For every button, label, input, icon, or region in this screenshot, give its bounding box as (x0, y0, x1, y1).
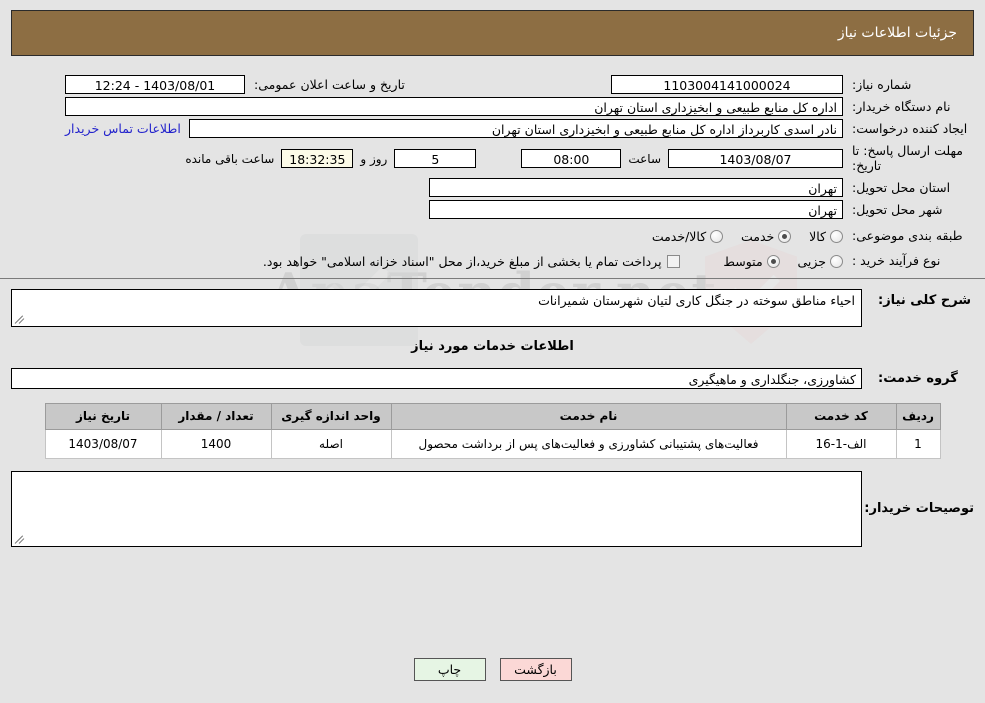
deadline-hour-value: 08:00 (521, 149, 622, 168)
category-option-kala[interactable]: کالا (791, 228, 843, 244)
row-buyer-org: نام دستگاه خریدار: اداره کل منابع طبیعی … (11, 95, 974, 117)
buyer-org-field-cell: اداره کل منابع طبیعی و ابخیزداری استان ت… (64, 95, 844, 117)
cell-code: الف-1-16 (785, 429, 897, 459)
deadline-field-cell: 1403/08/07 ساعت 08:00 5 روز و 18:32:35 س… (64, 139, 844, 175)
category-option-label: خدمت (741, 228, 775, 244)
services-table-wrapper: ردیف کد خدمت نام خدمت واحد اندازه گیری ت… (0, 403, 985, 459)
requester-value: نادر اسدی کاربرداز اداره کل منابع طبیعی … (188, 119, 843, 138)
radio-icon[interactable] (830, 254, 843, 268)
services-section-heading: اطلاعات خدمات مورد نیاز (411, 339, 574, 354)
deadline-label: مهلت ارسال پاسخ: تا تاریخ: (852, 143, 963, 173)
cell-name: فعالیت‌های پشتیبانی کشاورزی و فعالیت‌های… (390, 429, 787, 459)
remaining-days-label: روز و (360, 151, 388, 166)
radio-icon[interactable] (778, 229, 792, 243)
print-button[interactable]: چاپ (413, 658, 486, 681)
city-value: تهران (429, 200, 843, 219)
row-city: شهر محل تحویل: تهران (11, 198, 974, 220)
col-header-code: کد خدمت (785, 403, 897, 430)
process-options-cell: جزیی متوسط پرداخت تمام یا بخشی از مبلغ خ… (11, 245, 844, 270)
province-field-cell: تهران (428, 175, 844, 198)
general-description-section: شرح کلی نیاز: احیاء مناطق سوخته در جنگل … (0, 279, 985, 327)
action-button-row: بازگشت چاپ (0, 658, 985, 681)
remaining-days-value: 5 (394, 149, 477, 168)
cell-date: 1403/08/07 (44, 429, 162, 459)
need-info-form: شماره نیاز: 1103004141000024 تاریخ و ساع… (0, 64, 985, 270)
row-requester: ایجاد کننده درخواست: نادر اسدی کاربرداز … (11, 117, 974, 139)
requester-field-cell: نادر اسدی کاربرداز اداره کل منابع طبیعی … (64, 117, 844, 139)
province-label: استان محل تحویل: (852, 179, 951, 195)
requester-label: ایجاد کننده درخواست: (852, 120, 968, 136)
description-label: شرح کلی نیاز: (878, 293, 972, 308)
col-header-date: تاریخ نیاز (44, 403, 162, 430)
detail-panel: شماره نیاز: 1103004141000024 تاریخ و ساع… (0, 64, 985, 547)
page-header: جزئیات اطلاعات نیاز (11, 10, 974, 56)
radio-icon[interactable] (710, 229, 724, 243)
need-number-field-cell: 1103004141000024 (610, 74, 844, 95)
col-header-name: نام خدمت (390, 403, 787, 430)
back-button[interactable]: بازگشت (499, 658, 572, 681)
category-label: طبقه بندی موضوعی: (852, 228, 963, 243)
services-table: ردیف کد خدمت نام خدمت واحد اندازه گیری ت… (44, 403, 941, 459)
announce-datetime-field-cell: 1403/08/01 - 12:24 (64, 74, 246, 95)
process-option-label: متوسط (723, 253, 763, 269)
buyer-notes-textarea[interactable] (11, 471, 862, 547)
radio-icon[interactable] (766, 254, 780, 268)
buyer-notes-section: توصیحات خریدار: (0, 459, 985, 547)
city-label: شهر محل تحویل: (852, 201, 943, 217)
buyer-contact-link[interactable]: اطلاعات تماس خریدار (65, 121, 181, 136)
city-field-cell: تهران (428, 198, 844, 220)
need-number-value: 1103004141000024 (611, 75, 843, 94)
cell-unit: اصله (270, 429, 392, 459)
process-option-label: جزیی (797, 253, 826, 269)
checkbox-icon[interactable] (666, 254, 680, 268)
row-process: نوع فرآیند خرید : جزیی متوسط پرداخت تمام… (11, 245, 974, 270)
services-section: اطلاعات خدمات مورد نیاز گروه خدمت: کشاور… (0, 327, 985, 389)
cell-row: 1 (895, 429, 941, 459)
buyer-org-label: نام دستگاه خریدار: (852, 98, 951, 114)
description-value: احیاء مناطق سوخته در جنگل کاری لتیان شهر… (538, 293, 855, 308)
process-label: نوع فرآیند خرید : (852, 253, 941, 268)
category-option-label: کالا/خدمت (651, 228, 707, 244)
need-info-table: شماره نیاز: 1103004141000024 تاریخ و ساع… (11, 74, 974, 270)
treasury-checkbox-label: پرداخت تمام یا بخشی از مبلغ خرید،از محل … (262, 253, 662, 269)
service-group-value: کشاورزی، جنگلداری و ماهیگیری (11, 368, 862, 389)
treasury-checkbox[interactable]: پرداخت تمام یا بخشی از مبلغ خرید،از محل … (249, 253, 680, 269)
table-row: 1 الف-1-16 فعالیت‌های پشتیبانی کشاورزی و… (44, 429, 941, 459)
row-province: استان محل تحویل: تهران (11, 175, 974, 198)
page-title: جزئیات اطلاعات نیاز (837, 25, 957, 41)
process-option-motevaset[interactable]: متوسط (706, 253, 780, 269)
resize-grip-icon[interactable] (14, 534, 25, 544)
remaining-time-label: ساعت باقی مانده (185, 151, 275, 166)
category-option-khedmat[interactable]: خدمت (723, 228, 792, 244)
cell-quantity: 1400 (160, 429, 272, 459)
col-header-unit: واحد اندازه گیری (270, 403, 392, 430)
process-option-jozei[interactable]: جزیی (780, 253, 843, 269)
row-deadline: مهلت ارسال پاسخ: تا تاریخ: 1403/08/07 سا… (11, 139, 974, 175)
resize-grip-icon[interactable] (14, 314, 25, 324)
announce-datetime-label: تاریخ و ساعت اعلان عمومی: (254, 77, 405, 92)
category-option-label: کالا (809, 228, 826, 244)
need-number-label: شماره نیاز: (852, 77, 912, 92)
service-group-label: گروه خدمت: (878, 371, 958, 386)
category-options-cell: کالا خدمت کالا/خدمت (11, 220, 844, 245)
deadline-date-value: 1403/08/07 (668, 149, 843, 168)
table-header-row: ردیف کد خدمت نام خدمت واحد اندازه گیری ت… (44, 403, 941, 430)
deadline-hour-label: ساعت (628, 151, 661, 166)
description-textarea[interactable]: احیاء مناطق سوخته در جنگل کاری لتیان شهر… (11, 289, 862, 327)
buyer-org-value: اداره کل منابع طبیعی و ابخیزداری استان ت… (65, 97, 843, 116)
buyer-notes-label: توصیحات خریدار: (864, 501, 974, 516)
row-need-number: شماره نیاز: 1103004141000024 تاریخ و ساع… (11, 74, 974, 95)
col-header-row: ردیف (895, 403, 941, 430)
announce-datetime-value: 1403/08/01 - 12:24 (65, 75, 245, 94)
radio-icon[interactable] (830, 229, 843, 243)
remaining-time-value: 18:32:35 (281, 149, 354, 168)
province-value: تهران (429, 178, 843, 197)
category-option-kala-khedmat[interactable]: کالا/خدمت (638, 228, 724, 244)
col-header-quantity: تعداد / مقدار (160, 403, 272, 430)
row-category: طبقه بندی موضوعی: کالا خدمت کالا/خدمت (11, 220, 974, 245)
